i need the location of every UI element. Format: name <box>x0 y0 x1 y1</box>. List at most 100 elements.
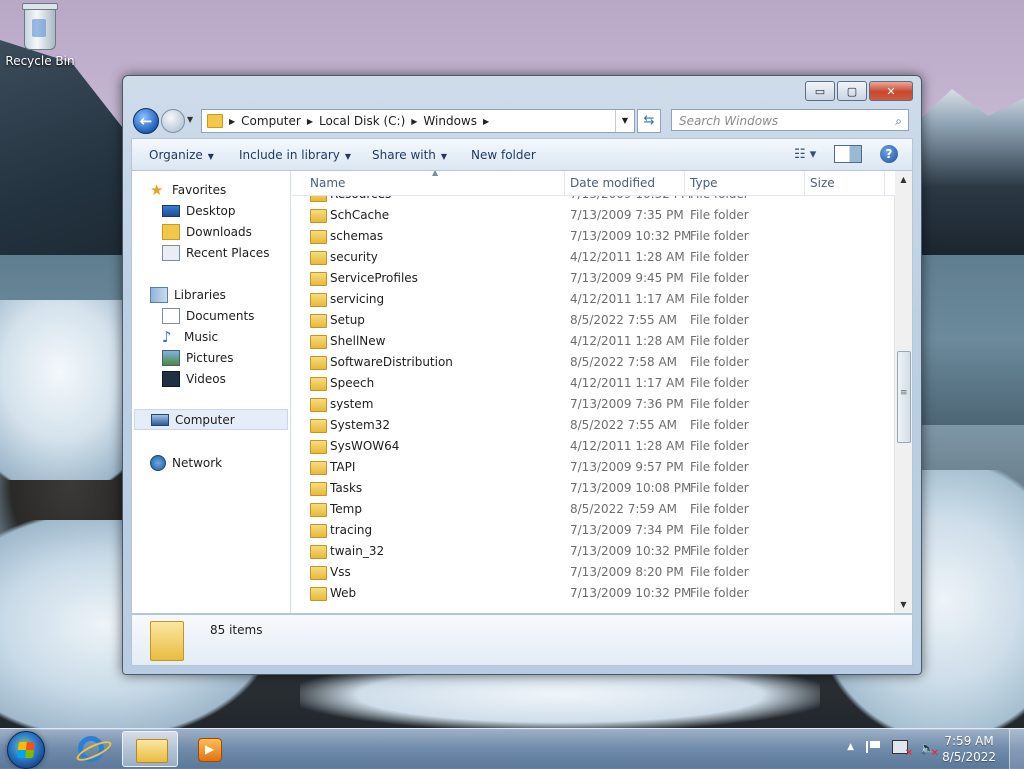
file-row[interactable]: Tasks 7/13/2009 10:08 PM File folder <box>292 478 895 499</box>
vertical-scrollbar[interactable]: ▲ ▼ <box>894 171 912 613</box>
folder-icon <box>150 621 184 661</box>
close-button[interactable]: ✕ <box>869 81 913 101</box>
minimize-button[interactable]: ▭ <box>805 81 835 101</box>
column-header-date-modified[interactable]: Date modified <box>570 176 655 190</box>
refresh-button[interactable]: ⇆ <box>637 109 661 133</box>
action-center-flag-icon[interactable] <box>866 741 880 753</box>
file-row[interactable]: SysWOW64 4/12/2011 1:28 AM File folder <box>292 436 895 457</box>
documents-icon <box>162 307 180 324</box>
file-name: SoftwareDistribution <box>330 355 453 369</box>
file-row[interactable]: Setup 8/5/2022 7:55 AM File folder <box>292 310 895 331</box>
organize-button[interactable]: Organize ▼ <box>149 148 214 162</box>
change-view-icon[interactable]: ☷ ▾ <box>794 147 820 162</box>
nav-videos[interactable]: Videos <box>162 368 226 389</box>
nav-documents[interactable]: Documents <box>162 305 254 326</box>
show-hidden-icons-icon[interactable]: ▲ <box>847 742 854 752</box>
downloads-folder-icon <box>162 223 180 240</box>
search-icon[interactable]: ⌕ <box>895 110 902 132</box>
file-type: File folder <box>690 481 749 495</box>
breadcrumb-windows[interactable]: Windows <box>417 114 483 128</box>
start-button[interactable] <box>7 731 45 769</box>
nav-network[interactable]: Network <box>150 452 222 473</box>
address-dropdown-icon[interactable]: ▼ <box>614 110 634 132</box>
file-row[interactable]: SchCache 7/13/2009 7:35 PM File folder <box>292 205 895 226</box>
file-row[interactable]: ShellNew 4/12/2011 1:28 AM File folder <box>292 331 895 352</box>
column-divider[interactable] <box>564 171 565 195</box>
internet-explorer-taskbar-button[interactable] <box>64 731 120 767</box>
nav-label: Documents <box>186 308 255 323</box>
clock[interactable]: 7:59 AM 8/5/2022 <box>942 733 996 765</box>
file-date-modified: 4/12/2011 1:17 AM <box>570 376 685 390</box>
recycle-bin-shortcut[interactable]: Recycle Bin <box>4 3 76 68</box>
column-header-type[interactable]: Type <box>690 176 718 190</box>
file-row[interactable]: tracing 7/13/2009 7:34 PM File folder <box>292 520 895 541</box>
scroll-down-icon[interactable]: ▼ <box>895 596 912 613</box>
item-count: 85 items <box>210 623 263 637</box>
file-row[interactable]: Vss 7/13/2009 8:20 PM File folder <box>292 562 895 583</box>
media-player-taskbar-button[interactable] <box>182 731 238 767</box>
breadcrumb-separator-icon[interactable]: ▶ <box>483 117 489 126</box>
file-row[interactable]: servicing 4/12/2011 1:17 AM File folder <box>292 289 895 310</box>
file-row[interactable]: TAPI 7/13/2009 9:57 PM File folder <box>292 457 895 478</box>
file-row[interactable]: Temp 8/5/2022 7:59 AM File folder <box>292 499 895 520</box>
search-input[interactable]: Search Windows ⌕ <box>671 109 909 131</box>
file-name: Tasks <box>330 481 363 495</box>
nav-libraries[interactable]: Libraries <box>150 284 226 305</box>
folder-icon <box>310 230 327 244</box>
maximize-button[interactable]: ▢ <box>837 81 867 101</box>
file-date-modified: 7/13/2009 7:34 PM <box>570 523 684 537</box>
nav-label: Computer <box>175 412 235 427</box>
nav-downloads[interactable]: Downloads <box>162 221 252 242</box>
file-date-modified: 4/12/2011 1:28 AM <box>570 250 685 264</box>
file-row[interactable]: Web 7/13/2009 10:32 PM File folder <box>292 583 895 604</box>
nav-pictures[interactable]: Pictures <box>162 347 234 368</box>
column-divider[interactable] <box>804 171 805 195</box>
volume-muted-icon[interactable]: 🔈 <box>920 741 939 759</box>
file-type: File folder <box>690 586 749 600</box>
file-date-modified: 8/5/2022 7:55 AM <box>570 313 678 327</box>
file-date-modified: 8/5/2022 7:59 AM <box>570 502 678 516</box>
file-row[interactable]: schemas 7/13/2009 10:32 PM File folder <box>292 226 895 247</box>
nav-favorites[interactable]: ★ Favorites <box>150 179 226 200</box>
share-with-button[interactable]: Share with ▼ <box>372 148 447 162</box>
column-header-size[interactable]: Size <box>810 176 835 190</box>
nav-desktop[interactable]: Desktop <box>162 200 236 221</box>
nav-label: Videos <box>186 371 226 386</box>
file-row[interactable]: security 4/12/2011 1:28 AM File folder <box>292 247 895 268</box>
back-button[interactable]: ← <box>133 108 159 134</box>
clock-date: 8/5/2022 <box>942 750 996 764</box>
recent-pages-dropdown-icon[interactable]: ▼ <box>187 115 193 124</box>
column-header-name[interactable]: Name <box>310 176 345 190</box>
folder-icon <box>310 356 327 370</box>
nav-recent-places[interactable]: Recent Places <box>162 242 269 263</box>
nav-computer[interactable]: Computer <box>134 409 288 430</box>
folder-icon <box>310 209 327 223</box>
file-date-modified: 7/13/2009 7:35 PM <box>570 208 684 222</box>
file-row[interactable]: SoftwareDistribution 8/5/2022 7:58 AM File… <box>292 352 895 373</box>
file-row[interactable]: system 7/13/2009 7:36 PM File folder <box>292 394 895 415</box>
address-bar[interactable]: ▶ Computer ▶ Local Disk (C:) ▶ Windows ▶… <box>201 109 635 133</box>
search-placeholder: Search Windows <box>679 114 779 128</box>
show-desktop-button[interactable] <box>1009 729 1024 769</box>
notification-area: ▲ 🔈 <box>847 740 939 759</box>
file-row[interactable]: System32 8/5/2022 7:55 AM File folder <box>292 415 895 436</box>
help-icon[interactable]: ? <box>880 145 898 163</box>
file-row[interactable]: twain_32 7/13/2009 10:32 PM File folder <box>292 541 895 562</box>
breadcrumb-local-disk[interactable]: Local Disk (C:) <box>313 114 411 128</box>
forward-button[interactable] <box>161 109 185 133</box>
network-disconnected-icon[interactable] <box>892 740 913 759</box>
column-divider[interactable] <box>684 171 685 195</box>
include-in-library-button[interactable]: Include in library ▼ <box>239 148 351 162</box>
nav-music[interactable]: ♪ Music <box>162 326 218 347</box>
breadcrumb-computer[interactable]: Computer <box>235 114 307 128</box>
scrollbar-thumb[interactable] <box>897 351 911 443</box>
column-divider[interactable] <box>884 171 885 195</box>
preview-pane-icon[interactable] <box>834 145 862 163</box>
file-row[interactable]: Speech 4/12/2011 1:17 AM File folder <box>292 373 895 394</box>
scroll-up-icon[interactable]: ▲ <box>895 171 912 188</box>
chevron-down-icon: ▼ <box>344 152 352 161</box>
new-folder-button[interactable]: New folder <box>471 148 536 162</box>
windows-explorer-taskbar-button[interactable] <box>122 731 178 767</box>
file-row[interactable]: ServiceProfiles 7/13/2009 9:45 PM File fol… <box>292 268 895 289</box>
file-type: File folder <box>690 565 749 579</box>
